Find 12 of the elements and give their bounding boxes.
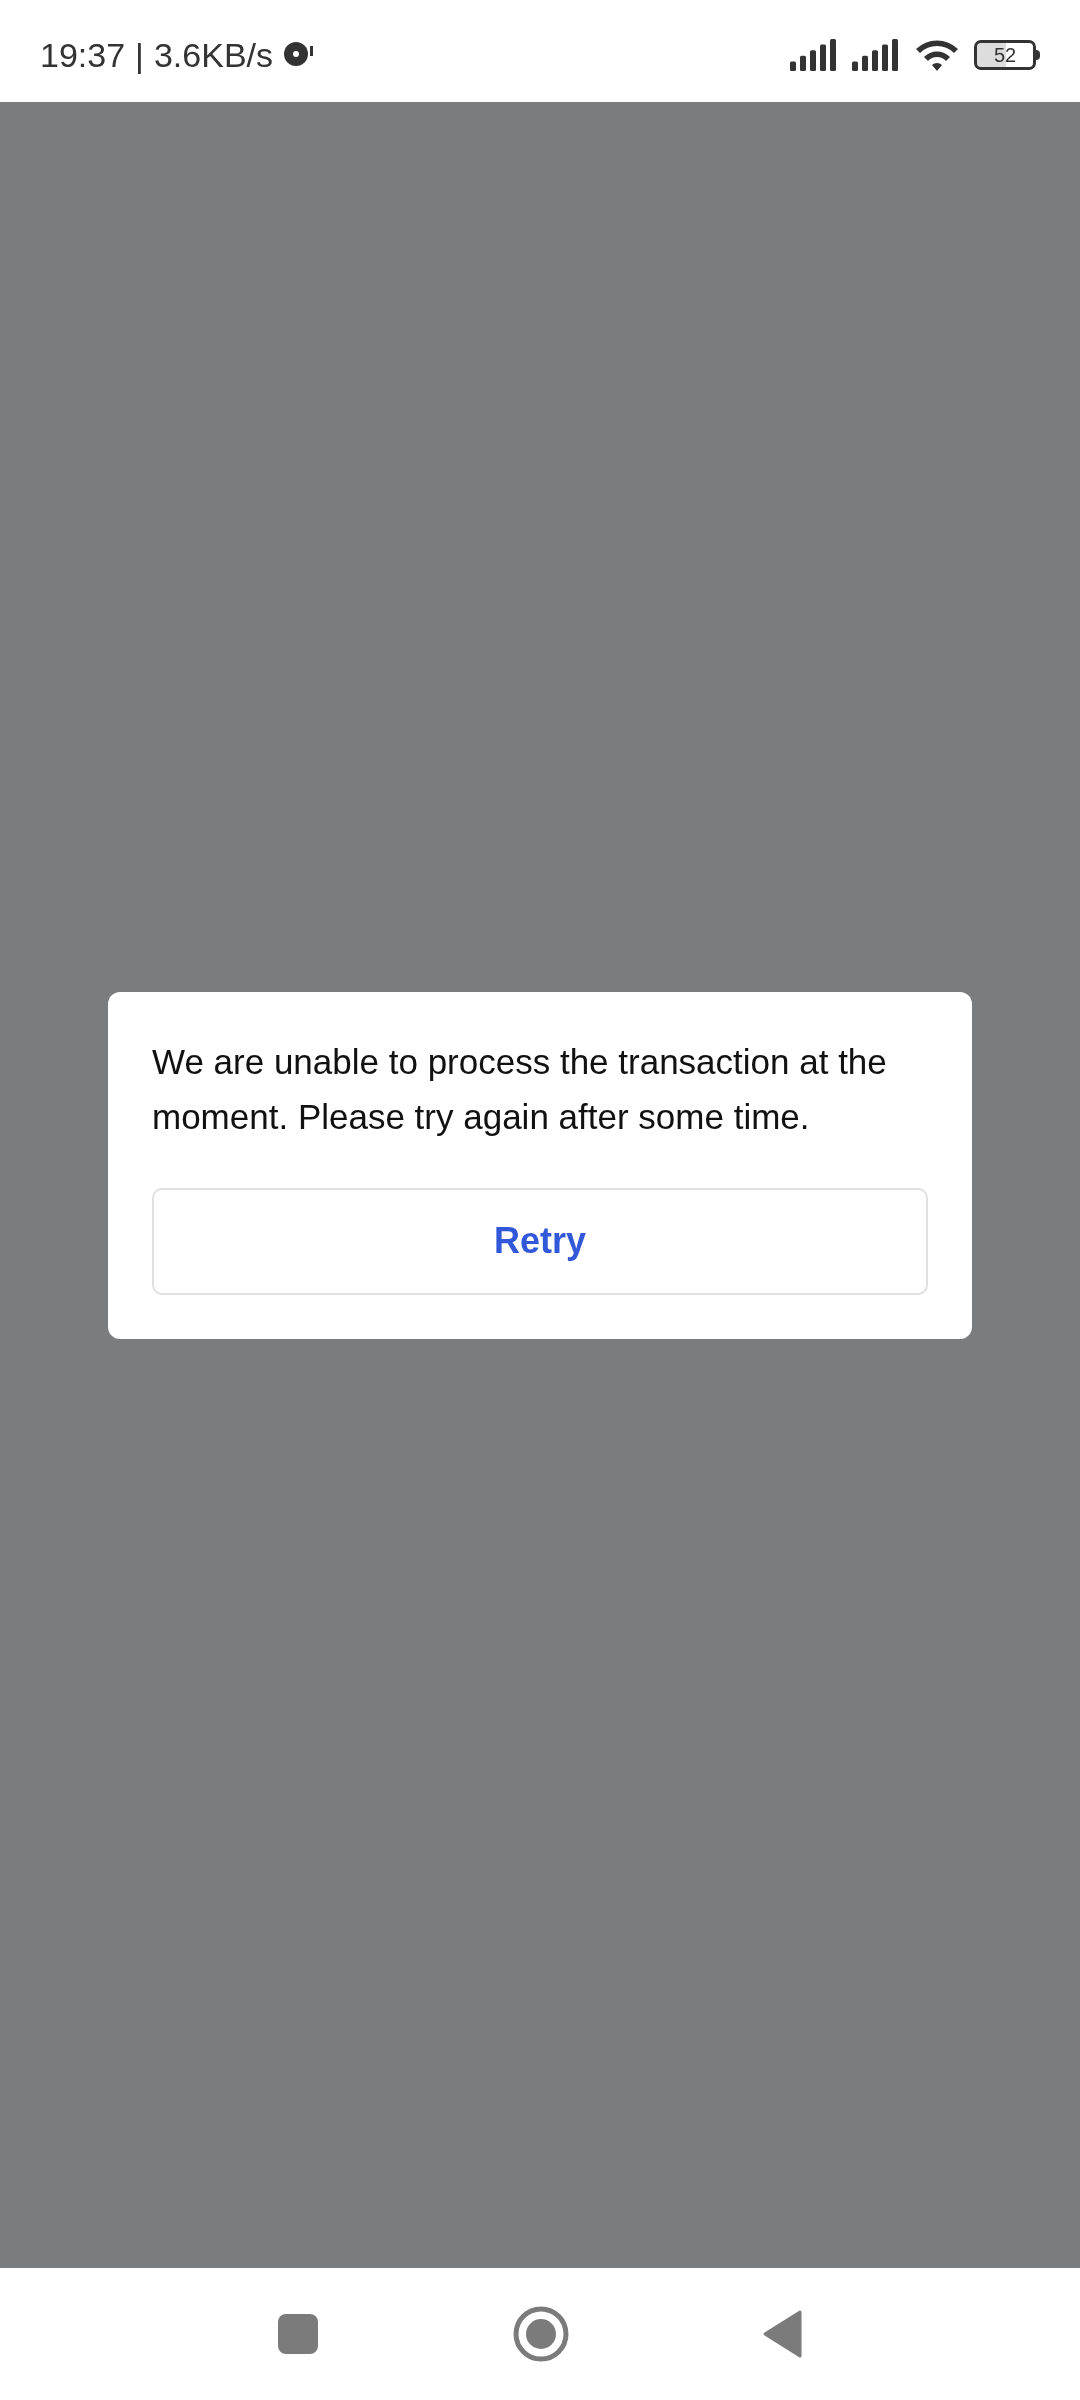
status-time: 19:37 xyxy=(40,34,126,76)
battery-level: 52 xyxy=(993,45,1017,65)
error-message: We are unable to process the transaction at the moment. Please try again after some time. xyxy=(152,1040,888,1138)
signal-icon xyxy=(852,39,900,71)
network-speed: 3.6KB/s xyxy=(153,34,273,76)
back-icon[interactable] xyxy=(763,2310,803,2358)
signal-icon xyxy=(790,39,838,71)
home-icon[interactable] xyxy=(513,2306,569,2362)
retry-button[interactable]: Retry xyxy=(152,1187,928,1295)
status-separator: | xyxy=(135,34,144,76)
recents-icon[interactable] xyxy=(277,2313,319,2355)
wifi-icon xyxy=(914,37,960,73)
